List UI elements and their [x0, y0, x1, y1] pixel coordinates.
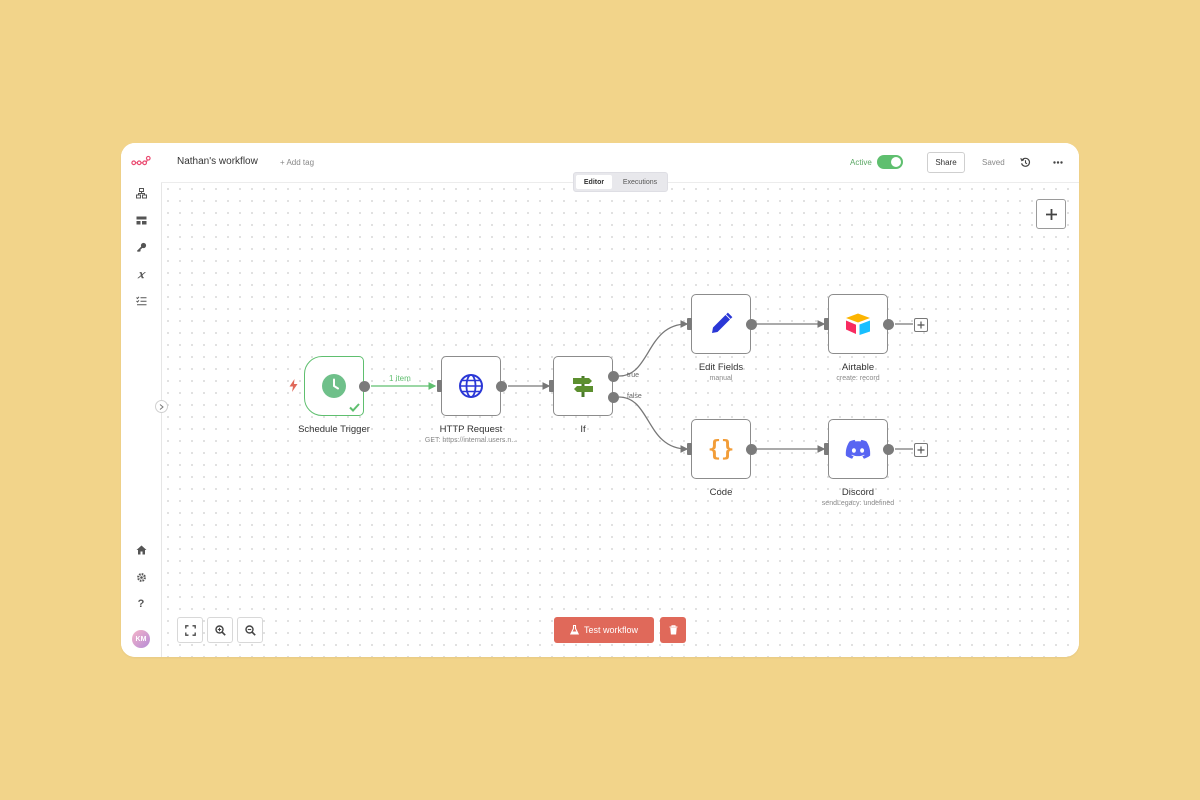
signpost-icon — [573, 376, 593, 397]
code-braces-icon: {} — [707, 436, 735, 462]
plus-icon — [1045, 208, 1057, 220]
success-check-icon — [349, 403, 360, 412]
output-handle[interactable] — [746, 444, 757, 455]
airtable-logo-icon — [846, 313, 870, 335]
tab-editor[interactable]: Editor — [576, 175, 612, 189]
output-handle[interactable] — [883, 319, 894, 330]
input-handle[interactable] — [824, 443, 829, 455]
zoom-out-button[interactable] — [237, 617, 263, 643]
view-tabs: Editor Executions — [573, 172, 668, 192]
chevron-right-icon — [159, 403, 164, 410]
input-handle[interactable] — [824, 318, 829, 330]
add-next-node-button[interactable] — [914, 443, 928, 457]
input-handle[interactable] — [549, 380, 554, 392]
edge-label-false: false — [627, 393, 642, 400]
input-handle[interactable] — [437, 380, 442, 392]
output-handle[interactable] — [496, 381, 507, 392]
node-subtitle: manual — [709, 375, 733, 382]
node-http-request[interactable] — [437, 356, 507, 416]
flask-icon — [569, 625, 579, 635]
zoom-in-button[interactable] — [207, 617, 233, 643]
node-subtitle: GET: https://internal.users.n... — [424, 437, 518, 444]
zoom-out-icon — [244, 624, 256, 636]
input-handle[interactable] — [687, 443, 692, 455]
sidebar-collapse-button[interactable] — [155, 400, 168, 413]
pencil-icon — [712, 312, 733, 333]
node-code[interactable]: {} — [687, 419, 757, 479]
zoom-in-icon — [214, 624, 226, 636]
node-edit-fields[interactable] — [687, 294, 757, 354]
node-label: Discord — [841, 487, 875, 498]
output-handle-true[interactable] — [608, 371, 619, 382]
add-node-button[interactable] — [1036, 199, 1066, 229]
output-handle[interactable] — [883, 444, 894, 455]
clock-icon — [322, 374, 346, 398]
plus-icon — [917, 321, 925, 329]
tab-executions[interactable]: Executions — [615, 175, 665, 189]
test-workflow-label: Test workflow — [583, 625, 638, 635]
node-label: Schedule Trigger — [298, 424, 370, 435]
node-label: If — [580, 424, 586, 435]
edge-item-count: 1 item — [389, 374, 411, 383]
output-handle[interactable] — [359, 381, 370, 392]
trash-icon — [669, 625, 677, 635]
node-if[interactable] — [549, 356, 619, 416]
output-handle-false[interactable] — [608, 392, 619, 403]
node-discord[interactable] — [824, 419, 894, 479]
edge-if-code[interactable] — [618, 396, 689, 453]
trigger-bolt-icon — [289, 379, 298, 397]
fit-view-button[interactable] — [177, 617, 203, 643]
globe-icon — [459, 374, 483, 398]
input-handle[interactable] — [687, 318, 692, 330]
node-label: Edit Fields — [698, 362, 744, 373]
app-window: 𝑥 ? KM Nathan's workflow + Add tag Activ… — [121, 143, 1079, 657]
node-subtitle: create: record — [836, 375, 880, 382]
add-next-node-button[interactable] — [914, 318, 928, 332]
node-label: Code — [709, 487, 733, 498]
clear-execution-button[interactable] — [660, 617, 686, 643]
node-schedule-trigger[interactable] — [304, 356, 370, 416]
node-label: Airtable — [841, 362, 875, 373]
discord-logo-icon — [845, 439, 871, 459]
node-subtitle: sendLegacy: undefined — [821, 500, 895, 507]
test-workflow-button[interactable]: Test workflow — [554, 617, 654, 643]
node-airtable[interactable] — [824, 294, 894, 354]
plus-icon — [917, 446, 925, 454]
fullscreen-icon — [184, 624, 196, 636]
output-handle[interactable] — [746, 319, 757, 330]
edge-label-true: true — [627, 372, 640, 379]
